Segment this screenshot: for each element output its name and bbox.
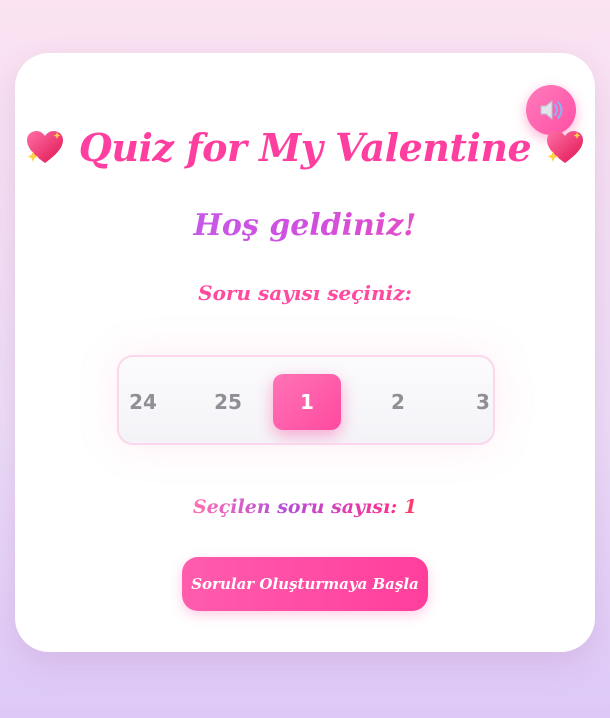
selected-count-value: 1 <box>403 496 418 518</box>
page-title: Quiz for My Valentine <box>78 125 532 170</box>
picker-option[interactable]: 25 <box>194 374 262 430</box>
welcome-heading: Hoş geldiniz! <box>15 208 595 243</box>
speaker-icon <box>540 99 563 121</box>
question-count-picker[interactable]: 24 25 1 2 3 <box>117 355 495 445</box>
picker-option[interactable]: 3 <box>449 374 493 430</box>
quiz-card: Quiz for My Valentine Hoş geldiniz! Soru… <box>15 53 595 652</box>
picker-option-selected[interactable]: 1 <box>273 374 341 430</box>
selected-count-line: Seçilen soru sayısı: 1 <box>15 496 595 518</box>
title-row: Quiz for My Valentine <box>15 125 595 170</box>
start-button[interactable]: Sorular Oluşturmaya Başla <box>182 557 428 611</box>
sparkling-heart-icon <box>547 130 584 163</box>
question-count-prompt: Soru sayısı seçiniz: <box>198 281 412 305</box>
sparkling-heart-icon <box>26 130 63 163</box>
selected-count-label: Seçilen soru sayısı: <box>192 496 398 518</box>
picker-option[interactable]: 24 <box>119 374 177 430</box>
picker-option[interactable]: 2 <box>364 374 432 430</box>
